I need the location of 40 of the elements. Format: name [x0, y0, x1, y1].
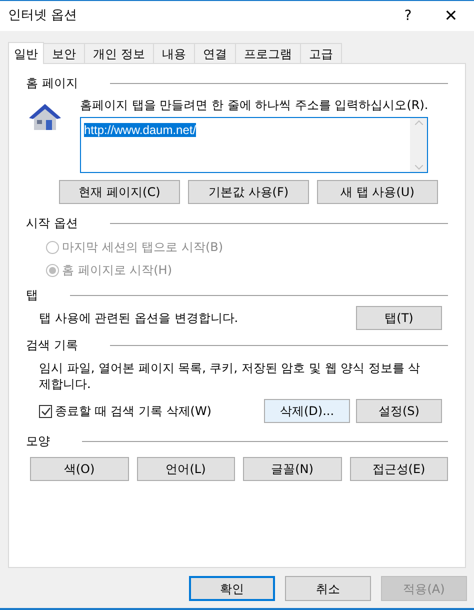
check-icon [40, 406, 50, 416]
tab[interactable]: 내용 [154, 43, 195, 63]
appearance-button[interactable]: 색(O) [30, 457, 128, 481]
house-icon [28, 102, 62, 132]
tabs-button[interactable]: 탭(T) [356, 306, 442, 330]
instruction-text: 홈페이지 탭을 만들려면 한 줄에 하나씩 주소를 입력하십시오(R). [80, 97, 430, 114]
appearance-button[interactable]: 글꼴(N) [243, 457, 342, 481]
history-button[interactable]: 설정(S) [356, 399, 442, 423]
section-heading: 모양 [26, 433, 50, 450]
scrollbar[interactable] [410, 118, 427, 172]
section-heading: 검색 기록 [26, 337, 78, 354]
dialog-button[interactable]: 확인 [189, 576, 275, 601]
history-description: 임시 파일, 열어본 페이지 목록, 쿠키, 저장된 암호 및 웹 양식 정보를 삭제합니다. [39, 360, 422, 392]
section-heading: 시작 옵션 [26, 215, 78, 232]
home-page-button[interactable]: 새 탭 사용(U) [317, 180, 438, 204]
scroll-up-icon [414, 120, 422, 125]
section-heading: 탭 [26, 287, 38, 304]
close-button[interactable]: ✕ [428, 4, 474, 28]
radio-label: 홈 페이지로 시작(H) [62, 262, 172, 279]
checkbox-label: 종료할 때 검색 기록 삭제(W) [55, 403, 212, 420]
tab[interactable]: 일반 [8, 42, 44, 64]
tab[interactable]: 고급 [300, 43, 342, 63]
checkbox[interactable] [39, 404, 52, 418]
appearance-button[interactable]: 접근성(E) [350, 457, 448, 481]
tab[interactable]: 프로그램 [236, 43, 301, 63]
tab[interactable]: 연결 [194, 43, 236, 63]
radio-label: 마지막 세션의 탭으로 시작(B) [62, 239, 224, 256]
window-title: 인터넷 옵션 [8, 7, 78, 26]
home-page-field[interactable]: http://www.daum.net/ [80, 117, 428, 173]
tabs-description: 탭 사용에 관련된 옵션을 변경합니다. [39, 310, 238, 327]
help-button[interactable]: ? [388, 6, 428, 26]
tab[interactable]: 보안 [44, 43, 85, 63]
history-button[interactable]: 삭제(D)... [264, 399, 350, 423]
dialog-button[interactable]: 취소 [285, 576, 371, 601]
section-heading: 홈 페이지 [26, 75, 78, 92]
home-page-button[interactable]: 현재 페이지(C) [59, 180, 180, 204]
scroll-down-icon [414, 165, 422, 170]
home-page-button[interactable]: 기본값 사용(F) [188, 180, 309, 204]
appearance-button[interactable]: 언어(L) [136, 457, 235, 481]
tab[interactable]: 개인 정보 [85, 43, 154, 63]
